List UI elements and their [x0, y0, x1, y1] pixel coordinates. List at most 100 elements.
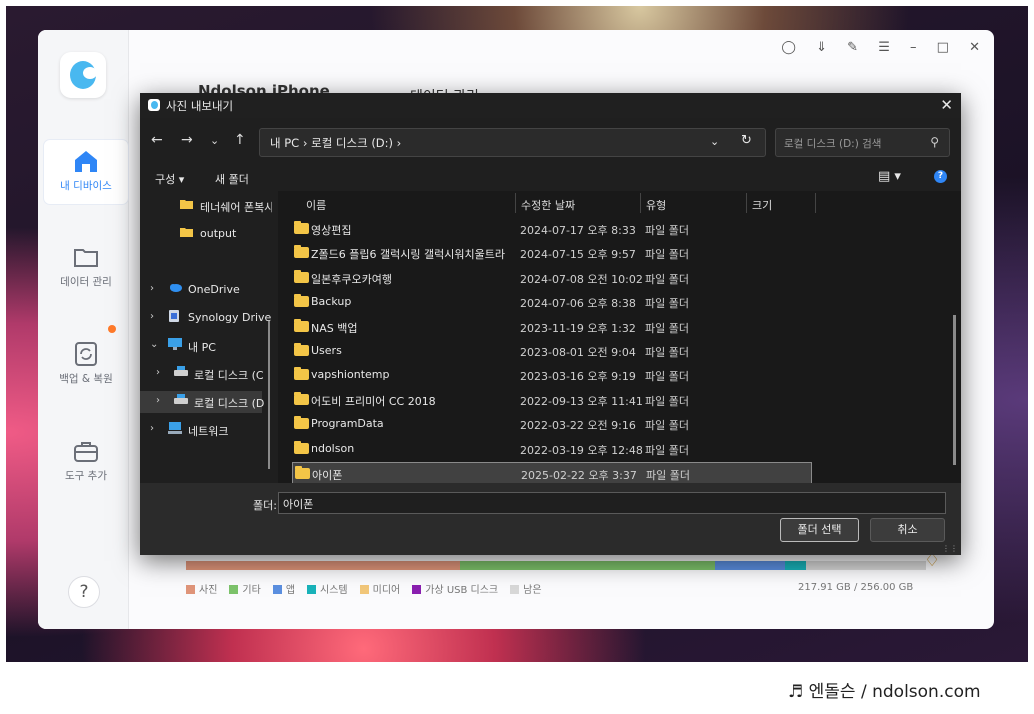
user-icon[interactable]: ◯ [781, 40, 796, 55]
sidebar-item-add-tools[interactable]: 도구 추가 [44, 430, 128, 494]
feedback-icon[interactable]: ✎ [847, 40, 858, 55]
tree-item-label: 내 PC [188, 341, 216, 354]
chevron-right-icon[interactable]: › [150, 423, 154, 434]
tree-item[interactable]: › 로컬 디스크 (D [140, 391, 265, 413]
folder-field[interactable]: 아이폰 [278, 492, 946, 514]
file-row[interactable]: vapshiontemp 2023-03-16 오후 9:19 파일 폴더 [292, 364, 810, 386]
sidebar-item-backup-restore[interactable]: 백업 & 복원 [44, 333, 128, 397]
legend-swatch [359, 585, 369, 594]
new-folder-button[interactable]: 새 폴더 [215, 171, 249, 187]
view-options-icon[interactable]: ▤ ▾ [878, 169, 901, 184]
tree-item-label: OneDrive [188, 283, 240, 296]
chevron-right-icon[interactable]: › [156, 367, 160, 378]
tree-item[interactable]: › OneDrive [140, 279, 262, 301]
tree-item[interactable]: ⌄ 내 PC [140, 335, 262, 357]
legend-item: 미디어 [359, 585, 400, 596]
chevron-right-icon[interactable]: › [150, 311, 154, 322]
column-type[interactable]: 유형 [646, 197, 666, 213]
chevron-down-icon[interactable]: ⌄ [150, 339, 158, 350]
up-arrow-icon[interactable]: ↑ [234, 132, 246, 148]
tree-item-label: 로컬 디스크 (D [194, 397, 265, 410]
folder-icon [294, 343, 309, 356]
column-date-modified[interactable]: 수정한 날짜 [521, 197, 575, 213]
column-size[interactable]: 크기 [752, 197, 772, 213]
organize-button[interactable]: 구성 ▾ [155, 171, 184, 187]
file-date: 2022-03-19 오후 12:48 [520, 443, 643, 457]
sidebar-item-my-device[interactable]: 내 디바이스 [44, 140, 128, 204]
file-row[interactable]: ProgramData 2022-03-22 오전 9:16 파일 폴더 [292, 413, 810, 435]
cloud-icon [168, 282, 182, 293]
folder-icon [294, 416, 309, 430]
file-row[interactable]: Users 2023-08-01 오전 9:04 파일 폴더 [292, 340, 810, 362]
tree-item[interactable]: 테너쉐어 폰복사 [140, 195, 272, 217]
chevron-right-icon[interactable]: › [150, 283, 154, 294]
sidebar-item-label: 백업 & 복원 [59, 373, 113, 385]
close-icon[interactable]: ✕ [940, 96, 953, 114]
storage-usage-text: 217.91 GB / 256.00 GB [798, 582, 914, 593]
watermark-caption: ♬ 엔돌슨 / ndolson.com [788, 682, 981, 702]
storage-legend: 사진 기타 앱 시스템 미디어 가상 USB 디스크 남은 [186, 581, 554, 596]
file-type: 파일 폴더 [645, 297, 689, 311]
file-row[interactable]: 영상편집 2024-07-17 오후 8:33 파일 폴더 [292, 218, 810, 240]
maximize-icon[interactable]: □ [937, 40, 949, 55]
folder-icon [294, 367, 309, 381]
folder-icon [294, 440, 309, 454]
export-photos-dialog: 사진 내보내기 ✕ ← → ⌄ ↑ 내 PC › 로컬 디스크 (D:) › ⌄… [140, 93, 961, 555]
file-row[interactable]: ndolson 2022-03-19 오후 12:48 파일 폴더 [292, 438, 810, 460]
file-name: ProgramData [311, 417, 384, 431]
storage-segment [806, 561, 926, 570]
refresh-icon[interactable]: ↻ [741, 133, 752, 148]
resize-grip[interactable]: ⋮⋮ [942, 544, 958, 553]
tree-item-label: 네트워크 [188, 425, 229, 438]
sidebar-item-data-management[interactable]: 데이터 관리 [44, 236, 128, 300]
help-icon[interactable]: ? [934, 170, 947, 183]
folder-icon [294, 318, 309, 332]
select-folder-button[interactable]: 폴더 선택 [780, 518, 859, 542]
recent-dropdown-icon[interactable]: ⌄ [210, 134, 219, 147]
forward-arrow-icon[interactable]: → [181, 132, 193, 148]
menu-icon[interactable]: ☰ [878, 40, 890, 55]
download-icon[interactable]: ⇓ [816, 40, 827, 55]
file-type: 파일 폴더 [645, 419, 689, 433]
file-row[interactable]: 어도비 프리미어 CC 2018 2022-09-13 오후 11:41 파일 폴더 [292, 389, 810, 411]
help-button[interactable]: ? [68, 576, 100, 608]
file-name: 어도비 프리미어 CC 2018 [311, 394, 436, 408]
back-arrow-icon[interactable]: ← [151, 132, 163, 148]
tree-item-label: output [200, 227, 237, 240]
search-icon: ⚲ [930, 135, 939, 149]
file-type: 파일 폴더 [645, 443, 689, 457]
cancel-button[interactable]: 취소 [870, 518, 945, 542]
legend-item: 사진 [186, 585, 217, 596]
chevron-right-icon[interactable]: › [156, 395, 160, 406]
folder-icon [180, 226, 193, 237]
close-icon[interactable]: ✕ [969, 40, 980, 55]
file-type: 파일 폴더 [645, 224, 689, 237]
address-bar[interactable]: 내 PC › 로컬 디스크 (D:) › ⌄ ↻ [259, 128, 766, 157]
file-row[interactable]: 일본후쿠오카여행 2024-07-08 오전 10:02 파일 폴더 [292, 267, 810, 289]
file-date: 2022-09-13 오후 11:41 [520, 394, 643, 408]
folder-icon [295, 466, 310, 479]
file-name: Backup [311, 295, 352, 309]
folder-icon [294, 294, 309, 308]
search-input[interactable]: 로컬 디스크 (D:) 검색 ⚲ [775, 128, 950, 157]
file-row[interactable]: Z폴드6 플립6 갤럭시링 갤럭시워치울트라 2024-07-15 오후 9:57… [292, 242, 810, 264]
legend-item: 가상 USB 디스크 [412, 585, 498, 596]
tree-item[interactable]: output [140, 223, 262, 245]
file-list-scrollbar[interactable] [953, 315, 956, 465]
sidebar-item-label: 데이터 관리 [60, 276, 112, 288]
tree-scrollbar[interactable] [268, 321, 270, 469]
minimize-icon[interactable]: – [910, 40, 917, 55]
tree-item[interactable]: › 로컬 디스크 (C [140, 363, 264, 385]
file-type: 파일 폴더 [645, 272, 689, 286]
file-row[interactable]: NAS 백업 2023-11-19 오후 1:32 파일 폴더 [292, 316, 810, 338]
storage-segment [459, 561, 716, 570]
dialog-titlebar: 사진 내보내기 ✕ [140, 93, 961, 118]
legend-label: 남은 [523, 585, 542, 596]
column-name[interactable]: 이름 [306, 197, 326, 213]
pc-icon [168, 338, 182, 350]
tree-item[interactable]: › 네트워크 [140, 419, 262, 441]
storage-segment [715, 561, 786, 570]
chevron-down-icon[interactable]: ⌄ [710, 135, 719, 148]
file-row[interactable]: Backup 2024-07-06 오후 8:38 파일 폴더 [292, 291, 810, 313]
tree-item[interactable]: › Synology Drive [140, 307, 271, 329]
